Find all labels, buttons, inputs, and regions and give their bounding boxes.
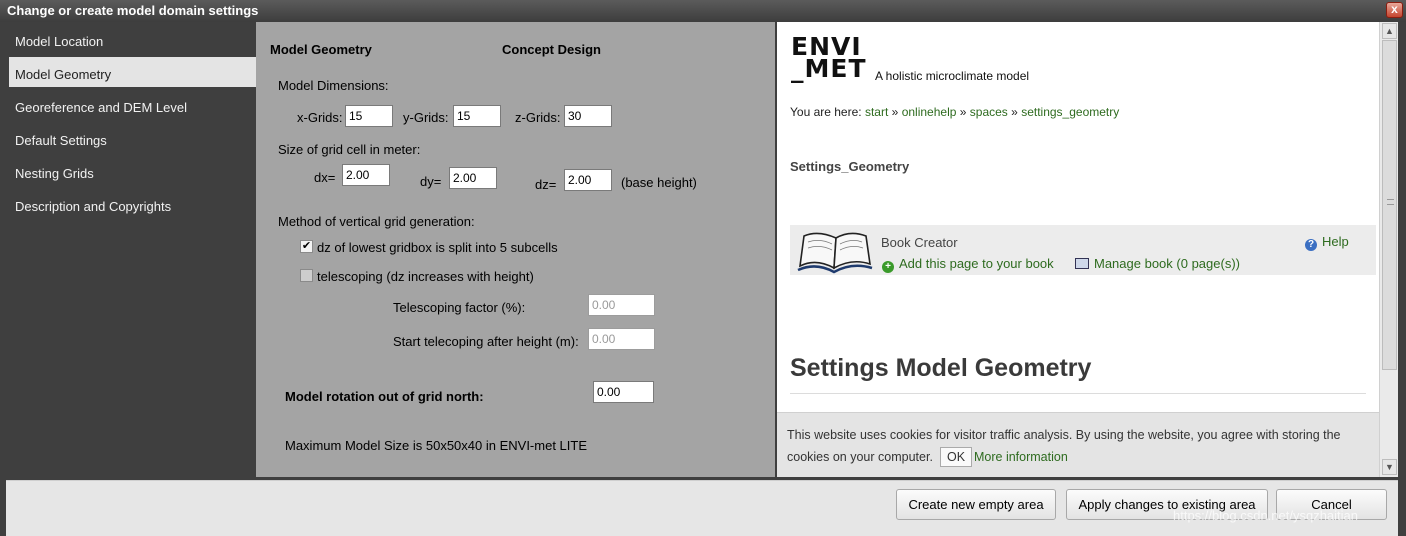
- dy-label: dy=: [420, 174, 442, 189]
- start-telescoping-input[interactable]: 0.00: [588, 328, 655, 350]
- dz-input[interactable]: 2.00: [564, 169, 612, 191]
- form-heading: Model Geometry: [270, 42, 372, 57]
- geometry-form: Model Geometry Concept Design Model Dime…: [256, 22, 775, 477]
- manage-book-label: Manage book (0 page(s)): [1094, 256, 1240, 271]
- dialog-window: Change or create model domain settings x…: [0, 0, 1406, 536]
- rotation-label: Model rotation out of grid north:: [285, 389, 484, 404]
- close-icon: x: [1391, 2, 1398, 16]
- breadcrumb-separator: »: [891, 105, 899, 119]
- add-icon: +: [882, 261, 894, 273]
- sidebar-item-nesting-grids[interactable]: Nesting Grids: [9, 156, 256, 186]
- sidebar-item-georeference[interactable]: Georeference and DEM Level: [9, 90, 256, 120]
- ygrids-label: y-Grids:: [403, 110, 449, 125]
- form-subheading: Concept Design: [502, 42, 601, 57]
- cookie-ok-button[interactable]: OK: [940, 447, 972, 467]
- help-icon: ?: [1305, 239, 1317, 251]
- cookie-text-line-1: This website uses cookies for visitor tr…: [787, 428, 1341, 442]
- create-new-area-button[interactable]: Create new empty area: [896, 489, 1056, 520]
- zgrids-label: z-Grids:: [515, 110, 561, 125]
- help-link-label: Help: [1322, 234, 1349, 249]
- scroll-grip-icon: [1387, 199, 1394, 205]
- add-page-link[interactable]: + Add this page to your book: [882, 256, 1054, 273]
- breadcrumb-separator: »: [1011, 105, 1018, 119]
- scroll-thumb[interactable]: [1382, 40, 1397, 370]
- telescoping-checkbox-label: telescoping (dz increases with height): [317, 269, 534, 284]
- book-creator-title: Book Creator: [881, 235, 958, 250]
- cookie-banner: This website uses cookies for visitor tr…: [777, 412, 1379, 477]
- breadcrumb: You are here: start » onlinehelp » space…: [790, 105, 1119, 119]
- sidebar-item-model-geometry[interactable]: Model Geometry: [9, 57, 256, 87]
- watermark-text: https://blog.csdn.net/ysqzhaitian: [1173, 508, 1359, 523]
- vertical-method-label: Method of vertical grid generation:: [278, 214, 475, 229]
- book-creator-box: Book Creator + Add this page to your book…: [790, 225, 1376, 275]
- logo-line-2: _MET: [791, 54, 867, 83]
- page-id-title: Settings_Geometry: [790, 159, 910, 174]
- manage-book-icon: [1075, 258, 1089, 269]
- breadcrumb-settings-geometry[interactable]: settings_geometry: [1021, 105, 1119, 119]
- dimensions-label: Model Dimensions:: [278, 78, 389, 93]
- window-title: Change or create model domain settings: [7, 3, 259, 18]
- sidebar-item-model-location[interactable]: Model Location: [9, 24, 256, 54]
- cookie-more-info-link[interactable]: More information: [974, 450, 1068, 464]
- heading-divider: [790, 393, 1366, 394]
- help-browser: ENVI _MET A holistic microclimate model …: [777, 22, 1398, 477]
- dz-suffix: (base height): [621, 175, 697, 190]
- telescoping-factor-input[interactable]: 0.00: [588, 294, 655, 316]
- ygrids-input[interactable]: 15: [453, 105, 501, 127]
- xgrids-input[interactable]: 15: [345, 105, 393, 127]
- add-page-label: Add this page to your book: [899, 256, 1054, 271]
- split-checkbox[interactable]: ✔: [300, 240, 313, 253]
- split-checkbox-label: dz of lowest gridbox is split into 5 sub…: [317, 240, 558, 255]
- breadcrumb-onlinehelp[interactable]: onlinehelp: [902, 105, 957, 119]
- help-link[interactable]: ? Help: [1305, 234, 1349, 251]
- tagline: A holistic microclimate model: [875, 69, 1030, 83]
- start-telescoping-label: Start telecoping after height (m):: [393, 334, 579, 349]
- sidebar-item-default-settings[interactable]: Default Settings: [9, 123, 256, 153]
- telescoping-factor-label: Telescoping factor (%):: [393, 300, 526, 315]
- breadcrumb-spaces[interactable]: spaces: [970, 105, 1008, 119]
- help-page-heading: Settings Model Geometry: [790, 354, 1092, 382]
- max-size-note: Maximum Model Size is 50x50x40 in ENVI-m…: [285, 438, 587, 453]
- envimet-logo[interactable]: ENVI _MET: [791, 34, 871, 83]
- sidebar-item-description[interactable]: Description and Copyrights: [9, 189, 256, 219]
- dx-input[interactable]: 2.00: [342, 164, 390, 186]
- book-icon: [797, 232, 873, 274]
- help-scrollbar[interactable]: ▲ ▼: [1379, 22, 1398, 477]
- breadcrumb-start[interactable]: start: [865, 105, 888, 119]
- close-button[interactable]: x: [1386, 2, 1403, 18]
- xgrids-label: x-Grids:: [297, 110, 343, 125]
- sidebar: Model Location Model Geometry Georeferen…: [6, 22, 256, 477]
- cookie-text-line-2: cookies on your computer.: [787, 450, 933, 464]
- dx-label: dx=: [314, 170, 336, 185]
- zgrids-input[interactable]: 30: [564, 105, 612, 127]
- scroll-up-arrow-icon[interactable]: ▲: [1382, 23, 1397, 39]
- telescoping-checkbox[interactable]: [300, 269, 313, 282]
- cell-size-label: Size of grid cell in meter:: [278, 142, 421, 157]
- manage-book-link[interactable]: Manage book (0 page(s)): [1075, 256, 1240, 271]
- rotation-input[interactable]: 0.00: [593, 381, 654, 403]
- scroll-down-arrow-icon[interactable]: ▼: [1382, 459, 1397, 475]
- breadcrumb-separator: »: [959, 105, 967, 119]
- title-bar: Change or create model domain settings x: [0, 0, 1406, 22]
- breadcrumb-prefix: You are here:: [790, 105, 862, 119]
- dy-input[interactable]: 2.00: [449, 167, 497, 189]
- dz-label: dz=: [535, 177, 557, 192]
